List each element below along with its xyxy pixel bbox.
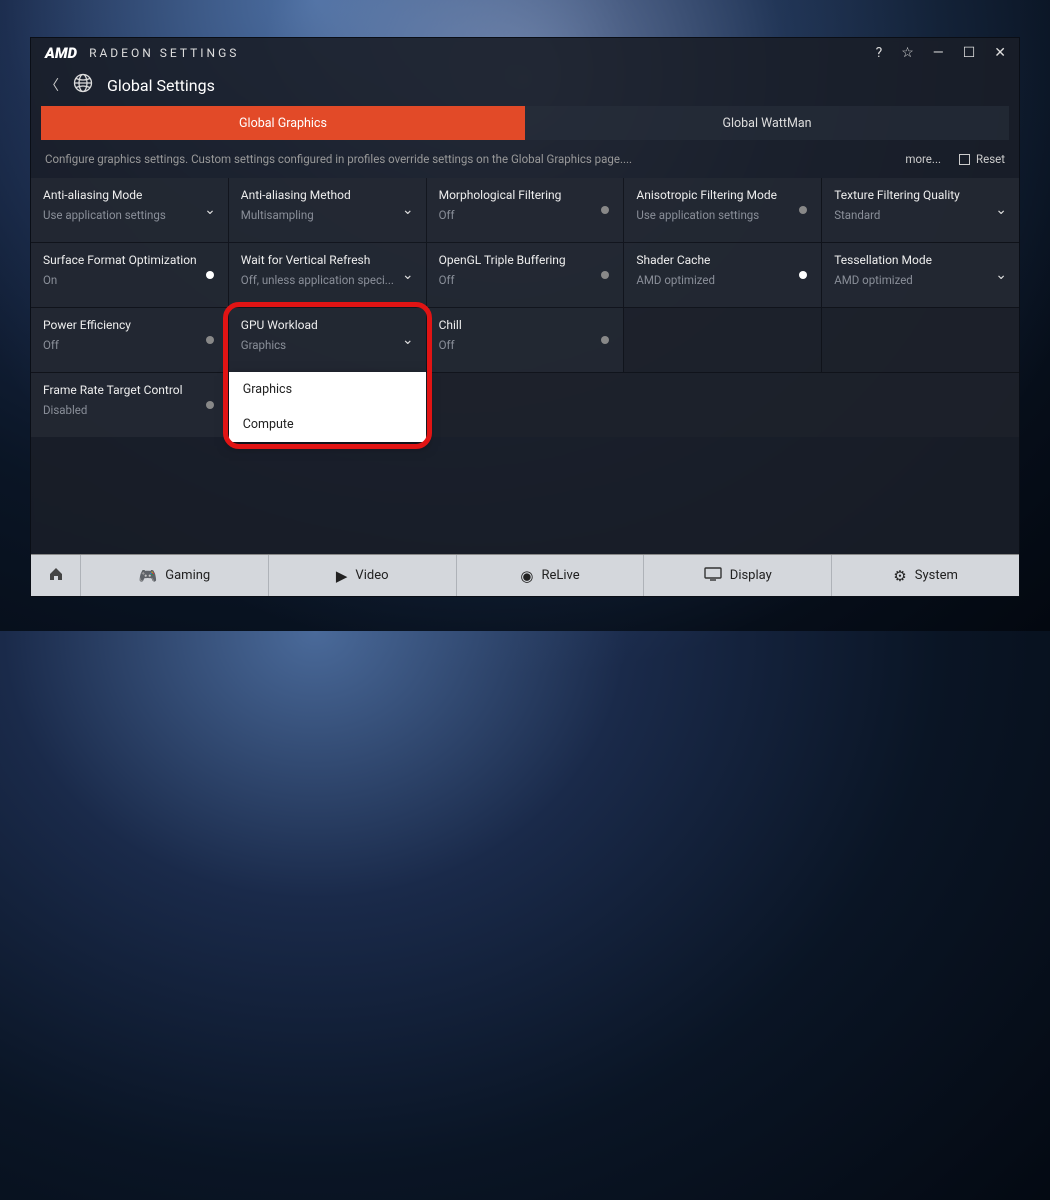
setting-title: Anti-aliasing Method [241, 188, 414, 204]
setting-title: OpenGL Triple Buffering [439, 253, 612, 269]
setting-morphological-filtering[interactable]: Morphological Filtering Off [427, 178, 624, 242]
nav-video[interactable]: ▶ Video [269, 555, 457, 596]
titlebar-text: RADEON SETTINGS [89, 46, 239, 60]
toggle-indicator [206, 271, 214, 279]
minimize-icon[interactable]: — [933, 45, 947, 61]
empty-cell [822, 308, 1019, 372]
setting-value: AMD optimized [636, 273, 809, 287]
page-title: Global Settings [107, 76, 215, 95]
titlebar: AMD RADEON SETTINGS ? ☆ — ☐ ✕ [31, 38, 1019, 68]
globe-icon [73, 73, 93, 98]
settings-grid: Anti-aliasing Mode Use application setti… [31, 178, 1019, 437]
nav-display[interactable]: Display [644, 555, 832, 596]
close-icon[interactable]: ✕ [994, 45, 1009, 61]
setting-title: Anti-aliasing Mode [43, 188, 216, 204]
nav-label: Gaming [165, 568, 210, 583]
setting-title: Morphological Filtering [439, 188, 612, 204]
chevron-down-icon: ⌄ [402, 267, 414, 283]
display-icon [704, 567, 722, 585]
top-tabs: Global Graphics Global WattMan [41, 106, 1009, 140]
setting-title: Tessellation Mode [834, 253, 1007, 269]
chevron-down-icon: ⌄ [995, 267, 1007, 283]
nav-label: System [915, 568, 958, 583]
setting-title: Power Efficiency [43, 318, 216, 334]
nav-label: Display [730, 568, 772, 583]
setting-frame-rate-target-control[interactable]: Frame Rate Target Control Disabled [31, 373, 228, 437]
reset-icon [959, 154, 970, 165]
setting-value: AMD optimized [834, 273, 1007, 287]
setting-value: Off [439, 338, 612, 352]
nav-label: ReLive [541, 568, 579, 583]
bottom-nav: 🎮 Gaming ▶ Video ◉ ReLive Display ⚙ Syst… [31, 554, 1019, 596]
setting-value: Use application settings [636, 208, 809, 222]
system-icon: ⚙ [893, 567, 906, 585]
chevron-down-icon: ⌄ [204, 202, 216, 218]
setting-value: Use application settings [43, 208, 216, 222]
setting-opengl-triple-buffering[interactable]: OpenGL Triple Buffering Off [427, 243, 624, 307]
setting-texture-filtering-quality[interactable]: Texture Filtering Quality Standard ⌄ [822, 178, 1019, 242]
setting-value: Off [439, 273, 612, 287]
setting-value: Disabled [43, 403, 216, 417]
tab-global-graphics[interactable]: Global Graphics [41, 106, 525, 140]
setting-value: Standard [834, 208, 1007, 222]
gamepad-icon: 🎮 [139, 567, 158, 585]
setting-title: Anisotropic Filtering Mode [636, 188, 809, 204]
setting-aa-mode[interactable]: Anti-aliasing Mode Use application setti… [31, 178, 228, 242]
setting-title: Shader Cache [636, 253, 809, 269]
setting-title: Chill [439, 318, 612, 334]
setting-tessellation-mode[interactable]: Tessellation Mode AMD optimized ⌄ [822, 243, 1019, 307]
nav-relive[interactable]: ◉ ReLive [457, 555, 645, 596]
setting-title: Wait for Vertical Refresh [241, 253, 414, 269]
setting-title: Surface Format Optimization [43, 253, 216, 269]
more-link[interactable]: more... [905, 152, 941, 166]
radeon-settings-window: AMD RADEON SETTINGS ? ☆ — ☐ ✕ 〈 Global S… [30, 37, 1020, 597]
play-icon: ▶ [336, 567, 348, 585]
home-icon [48, 566, 64, 586]
nav-home[interactable] [31, 555, 81, 596]
tab-global-wattman[interactable]: Global WattMan [525, 106, 1009, 140]
setting-title: Frame Rate Target Control [43, 383, 216, 399]
reset-label: Reset [976, 152, 1005, 166]
window-controls: ? ☆ — ☐ ✕ [876, 45, 1009, 61]
setting-aa-method[interactable]: Anti-aliasing Method Multisampling ⌄ [229, 178, 426, 242]
setting-value: On [43, 273, 216, 287]
chevron-down-icon: ⌄ [402, 202, 414, 218]
gpu-workload-dropdown[interactable]: Graphics Compute [229, 372, 426, 442]
setting-wait-vertical-refresh[interactable]: Wait for Vertical Refresh Off, unless ap… [229, 243, 426, 307]
setting-shader-cache[interactable]: Shader Cache AMD optimized [624, 243, 821, 307]
setting-value: Off [439, 208, 612, 222]
gpu-workload-option-compute[interactable]: Compute [229, 407, 426, 442]
nav-label: Video [355, 568, 388, 583]
help-icon[interactable]: ? [876, 45, 886, 61]
setting-power-efficiency[interactable]: Power Efficiency Off [31, 308, 228, 372]
chevron-down-icon: ⌄ [995, 202, 1007, 218]
setting-gpu-workload[interactable]: GPU Workload Graphics ⌄ [229, 308, 426, 372]
setting-value: Graphics [241, 338, 414, 352]
nav-system[interactable]: ⚙ System [832, 555, 1019, 596]
amd-logo: AMD [45, 44, 77, 62]
setting-value: Off [43, 338, 216, 352]
setting-value: Off, unless application speci... [241, 273, 414, 287]
description-row: Configure graphics settings. Custom sett… [31, 140, 1019, 178]
page-header: 〈 Global Settings [31, 68, 1019, 102]
relive-icon: ◉ [520, 567, 533, 585]
star-icon[interactable]: ☆ [901, 45, 917, 61]
setting-anisotropic-mode[interactable]: Anisotropic Filtering Mode Use applicati… [624, 178, 821, 242]
setting-title: GPU Workload [241, 318, 414, 334]
setting-surface-format-optimization[interactable]: Surface Format Optimization On [31, 243, 228, 307]
toggle-indicator [206, 336, 214, 344]
empty-cell [624, 308, 821, 372]
toggle-indicator [206, 401, 214, 409]
nav-gaming[interactable]: 🎮 Gaming [81, 555, 269, 596]
reset-button[interactable]: Reset [959, 152, 1005, 166]
chevron-down-icon: ⌄ [402, 332, 414, 348]
back-icon[interactable]: 〈 [45, 75, 59, 95]
setting-title: Texture Filtering Quality [834, 188, 1007, 204]
gpu-workload-option-graphics[interactable]: Graphics [229, 372, 426, 407]
maximize-icon[interactable]: ☐ [963, 45, 979, 61]
setting-chill[interactable]: Chill Off [427, 308, 624, 372]
setting-value: Multisampling [241, 208, 414, 222]
description-text: Configure graphics settings. Custom sett… [45, 152, 632, 166]
